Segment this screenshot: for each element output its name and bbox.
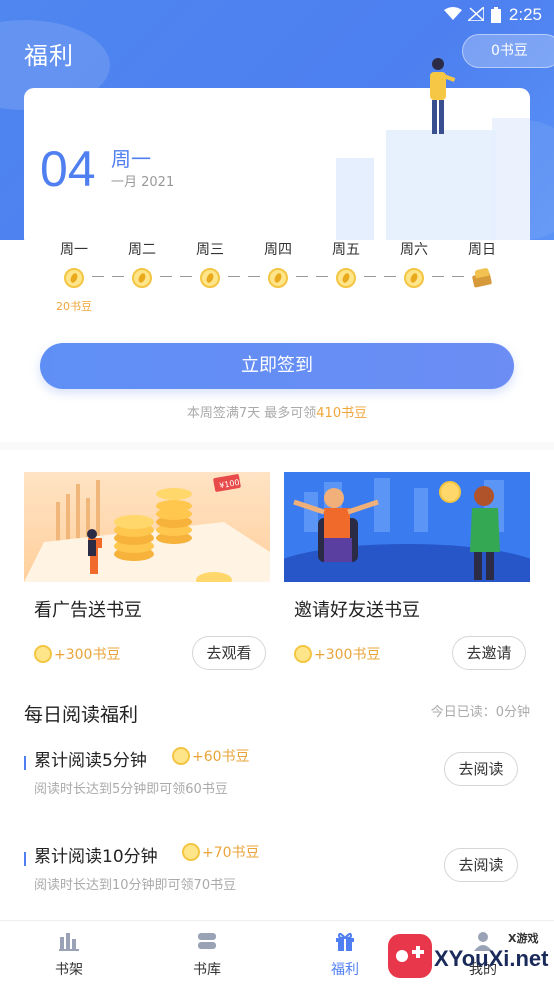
sign-in-note: 本周签满7天 最多可领410书豆: [0, 402, 554, 421]
divider: [228, 276, 240, 277]
nav-label: 书架: [55, 962, 83, 978]
page-title: 福利: [24, 42, 74, 70]
watch-ad-illustration: ¥100: [24, 472, 270, 582]
note-text: 本周签满7天 最多可领: [186, 406, 317, 421]
read-task-desc: 阅读时长达到10分钟即可领70书豆: [34, 878, 237, 893]
status-time: 2:25: [508, 5, 542, 24]
bean-coin-icon: [132, 268, 152, 288]
date-weekday: 周一: [111, 147, 151, 171]
xyouxi-logo-icon: [388, 934, 432, 978]
today-read-time: 今日已读：0分钟: [430, 705, 530, 720]
read-button[interactable]: 去阅读: [444, 752, 518, 786]
read-task-name: 累计阅读5分钟: [34, 751, 147, 771]
building-illustration: [492, 118, 530, 248]
divider: [160, 276, 172, 277]
library-icon: [195, 929, 219, 953]
task-reward: +300书豆: [294, 644, 380, 664]
bean-balance-button[interactable]: 0书豆: [462, 34, 554, 68]
nav-label: 书库: [193, 962, 221, 978]
date-day: 04: [40, 141, 96, 197]
day-mon: 周一 20书豆: [40, 240, 108, 314]
watermark-small: X游戏: [508, 932, 539, 945]
watermark: X游戏 XYouXi.net: [388, 930, 554, 986]
divider: [432, 276, 444, 277]
bean-coin-icon: [200, 268, 220, 288]
day-label: 周二: [128, 242, 156, 258]
divider: [364, 276, 376, 277]
daily-reading-title: 每日阅读福利: [24, 704, 139, 726]
week-sign-row: 周一 20书豆 周二 周三 周四 周五 周六 周日: [40, 240, 516, 320]
read-task-bonus-value: +70书豆: [202, 845, 260, 861]
nav-library[interactable]: 书库: [162, 929, 252, 979]
read-task-5min: 累计阅读5分钟 +60书豆 阅读时长达到5分钟即可领60书豆 去阅读: [24, 746, 530, 816]
read-task-desc: 阅读时长达到5分钟即可领60书豆: [34, 782, 228, 797]
nav-bookshelf[interactable]: 书架: [24, 929, 114, 979]
watch-ad-button[interactable]: 去观看: [192, 636, 266, 670]
bean-coin-icon: [34, 645, 52, 663]
bean-coin-icon: [294, 645, 312, 663]
day-label: 周三: [196, 242, 224, 258]
divider: [452, 276, 464, 277]
divider: [384, 276, 396, 277]
battery-icon: [490, 7, 502, 27]
bean-coin-icon: [172, 747, 190, 765]
section-divider: [0, 442, 554, 450]
day-fri: 周五: [312, 240, 380, 292]
status-bar: 2:25: [0, 0, 554, 30]
bean-coin-icon: [404, 268, 424, 288]
signal-icon: [466, 5, 485, 25]
item-marker: [24, 852, 26, 866]
building-illustration: [336, 158, 374, 248]
day-wed: 周三: [176, 240, 244, 292]
day-sun: 周日: [448, 240, 516, 292]
read-task-10min: 累计阅读10分钟 +70书豆 阅读时长达到10分钟即可领70书豆 去阅读: [24, 842, 530, 912]
note-highlight: 410书豆: [316, 406, 368, 421]
person-illustration: [430, 58, 456, 134]
read-task-bonus-value: +60书豆: [192, 749, 250, 765]
bean-coin-icon: [64, 268, 84, 288]
watermark-brand: XYouXi.net: [434, 946, 549, 971]
read-task-bonus: +70书豆: [182, 842, 260, 862]
divider: [180, 276, 192, 277]
read-button[interactable]: 去阅读: [444, 848, 518, 882]
task-reward-value: +300书豆: [314, 647, 381, 663]
invite-friend-button[interactable]: 去邀请: [452, 636, 526, 670]
bean-coin-icon: [336, 268, 356, 288]
treasure-chest-icon: [471, 268, 493, 288]
date-month-year: 一月 2021: [111, 175, 175, 190]
read-task-bonus: +60书豆: [172, 746, 250, 766]
day-label: 周六: [400, 242, 428, 258]
divider: [248, 276, 260, 277]
task-reward: +300书豆: [34, 644, 120, 664]
divider: [112, 276, 124, 277]
day-label: 周日: [468, 242, 496, 258]
wifi-icon: [444, 7, 462, 25]
bookshelf-icon: [57, 929, 81, 953]
day-label: 周五: [332, 242, 360, 258]
day-thu: 周四: [244, 240, 312, 292]
bean-coin-icon: [182, 843, 200, 861]
task-title: 看广告送书豆: [34, 600, 142, 621]
bean-coin-icon: [268, 268, 288, 288]
sign-in-button[interactable]: 立即签到: [40, 343, 514, 389]
nav-welfare[interactable]: 福利: [300, 929, 390, 979]
building-illustration: [386, 130, 496, 248]
gift-icon: [333, 929, 357, 953]
day-label: 周四: [264, 242, 292, 258]
divider: [316, 276, 328, 277]
day-label: 周一: [60, 242, 88, 258]
divider: [92, 276, 104, 277]
task-title: 邀请好友送书豆: [294, 600, 420, 621]
day-sat: 周六: [380, 240, 448, 292]
day-reward: 20书豆: [56, 300, 92, 313]
day-tue: 周二: [108, 240, 176, 292]
task-card-watch-ad: ¥100 看广告送书豆 +300书豆 去观看: [24, 472, 270, 672]
invite-friend-illustration: [284, 472, 530, 582]
item-marker: [24, 756, 26, 770]
task-card-invite-friend: 邀请好友送书豆 +300书豆 去邀请: [284, 472, 530, 672]
nav-label: 福利: [331, 962, 359, 978]
divider: [296, 276, 308, 277]
task-reward-value: +300书豆: [54, 647, 121, 663]
read-task-name: 累计阅读10分钟: [34, 847, 158, 867]
